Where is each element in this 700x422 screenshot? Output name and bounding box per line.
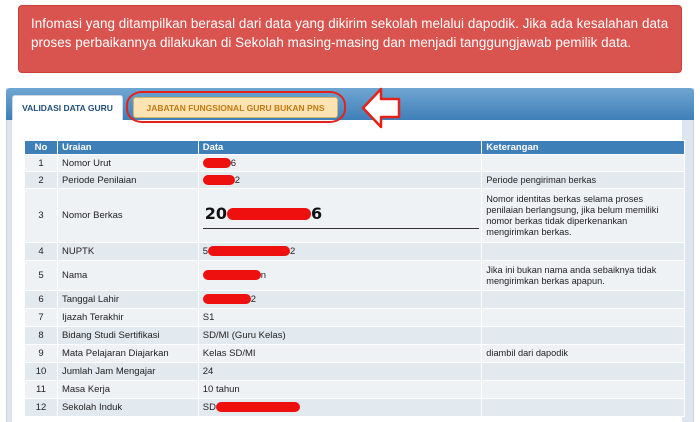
row-value: 6 <box>197 154 483 172</box>
row-number: 2 <box>24 171 58 189</box>
row-label: Masa Kerja <box>56 380 199 399</box>
table-row: 11 Masa Kerja 10 tahun <box>24 380 685 399</box>
row-note: Jika ini bukan nama anda sebaiknya tidak… <box>481 260 685 291</box>
row-value: 2 <box>197 290 483 309</box>
row-note <box>481 154 685 172</box>
row-value: 10 tahun <box>197 380 483 399</box>
row-number: 1 <box>24 154 58 172</box>
row-value: S1 <box>197 308 483 327</box>
row-note <box>481 398 685 417</box>
row-value: 52 <box>197 242 483 261</box>
row-label: Periode Penilaian <box>56 171 199 189</box>
value-suffix: 2 <box>250 294 257 305</box>
value-prefix: SD <box>202 402 216 413</box>
row-number: 12 <box>24 398 58 417</box>
tab-label: VALIDASI DATA GURU <box>22 103 113 113</box>
row-value: 2 <box>197 171 483 189</box>
value-suffix: 6 <box>230 157 237 169</box>
redaction-mark <box>208 246 291 257</box>
annotation-arrow-icon <box>361 87 401 129</box>
header-keterangan: Keterangan <box>481 140 685 155</box>
row-note <box>481 362 685 381</box>
row-number: 9 <box>24 344 58 363</box>
header-no: No <box>24 140 58 155</box>
row-label: Nama <box>56 260 199 291</box>
annotation-circle <box>126 91 346 123</box>
table-row: 9 Mata Pelajaran Diajarkan Kelas SD/MI d… <box>24 344 685 363</box>
row-note <box>481 290 685 309</box>
row-label: Nomor Urut <box>56 154 199 172</box>
row-label: Nomor Berkas <box>56 188 199 243</box>
table-row: 1 Nomor Urut 6 <box>24 154 685 172</box>
row-number: 6 <box>24 290 58 309</box>
row-number: 3 <box>24 188 58 243</box>
table-row: 5 Nama n Jika ini bukan nama anda sebaik… <box>24 260 685 291</box>
value-suffix: n <box>260 270 267 281</box>
redaction-mark <box>202 174 235 185</box>
redaction-mark <box>227 208 311 220</box>
row-note: Nomor identitas berkas selama proses pen… <box>481 188 685 243</box>
table-row: 2 Periode Penilaian 2 Periode pengiriman… <box>24 171 685 189</box>
row-note <box>481 380 685 399</box>
row-value: SD/MI (Guru Kelas) <box>197 326 483 345</box>
value-prefix: 20 <box>204 203 227 223</box>
row-note <box>481 242 685 261</box>
table-row: 3 Nomor Berkas 20 6 Nomor identitas berka… <box>24 188 685 243</box>
table-row: 6 Tanggal Lahir 2 <box>24 290 685 309</box>
row-number: 4 <box>24 242 58 261</box>
table-row: 12 Sekolah Induk SD <box>24 398 685 417</box>
alert-message: Infomasi yang ditampilkan berasal dari d… <box>31 16 669 50</box>
row-label: Jumlah Jam Mengajar <box>56 362 199 381</box>
redaction-mark <box>202 270 261 281</box>
table-header-row: No Uraian Data Keterangan <box>24 140 685 155</box>
row-value: Kelas SD/MI <box>197 344 483 363</box>
row-note <box>481 326 685 345</box>
row-value: n <box>197 260 483 291</box>
row-value: 20 6 <box>197 188 483 243</box>
row-note <box>481 308 685 327</box>
row-label: NUPTK <box>56 242 199 261</box>
value-suffix: 2 <box>234 174 241 186</box>
row-label: Tanggal Lahir <box>56 290 199 309</box>
table-row: 8 Bidang Studi Sertifikasi SD/MI (Guru K… <box>24 326 685 345</box>
value-suffix: 6 <box>311 203 323 223</box>
row-value: 24 <box>197 362 483 381</box>
table-row: 4 NUPTK 52 <box>24 242 685 261</box>
row-number: 10 <box>24 362 58 381</box>
row-number: 7 <box>24 308 58 327</box>
table-row: 7 Ijazah Terakhir S1 <box>24 308 685 327</box>
info-alert: Infomasi yang ditampilkan berasal dari d… <box>18 5 682 73</box>
value-suffix: 2 <box>290 246 296 257</box>
underline-divider <box>202 227 479 229</box>
redaction-mark <box>202 157 231 168</box>
row-label: Sekolah Induk <box>56 398 199 417</box>
row-label: Bidang Studi Sertifikasi <box>56 326 199 345</box>
teacher-data-table: No Uraian Data Keterangan 1 Nomor Urut 6… <box>24 140 685 417</box>
row-label: Ijazah Terakhir <box>56 308 199 327</box>
row-number: 11 <box>24 380 58 399</box>
redaction-mark <box>202 294 251 305</box>
row-label: Mata Pelajaran Diajarkan <box>56 344 199 363</box>
header-data: Data <box>197 140 483 155</box>
header-uraian: Uraian <box>56 140 199 155</box>
tab-validasi-data-guru[interactable]: VALIDASI DATA GURU <box>12 95 123 120</box>
row-number: 5 <box>24 260 58 291</box>
row-note: diambil dari dapodik <box>481 344 685 363</box>
row-note: Periode pengiriman berkas <box>481 171 685 189</box>
table-row: 10 Jumlah Jam Mengajar 24 <box>24 362 685 381</box>
row-value: SD <box>197 398 483 417</box>
redaction-mark <box>215 402 300 413</box>
row-number: 8 <box>24 326 58 345</box>
